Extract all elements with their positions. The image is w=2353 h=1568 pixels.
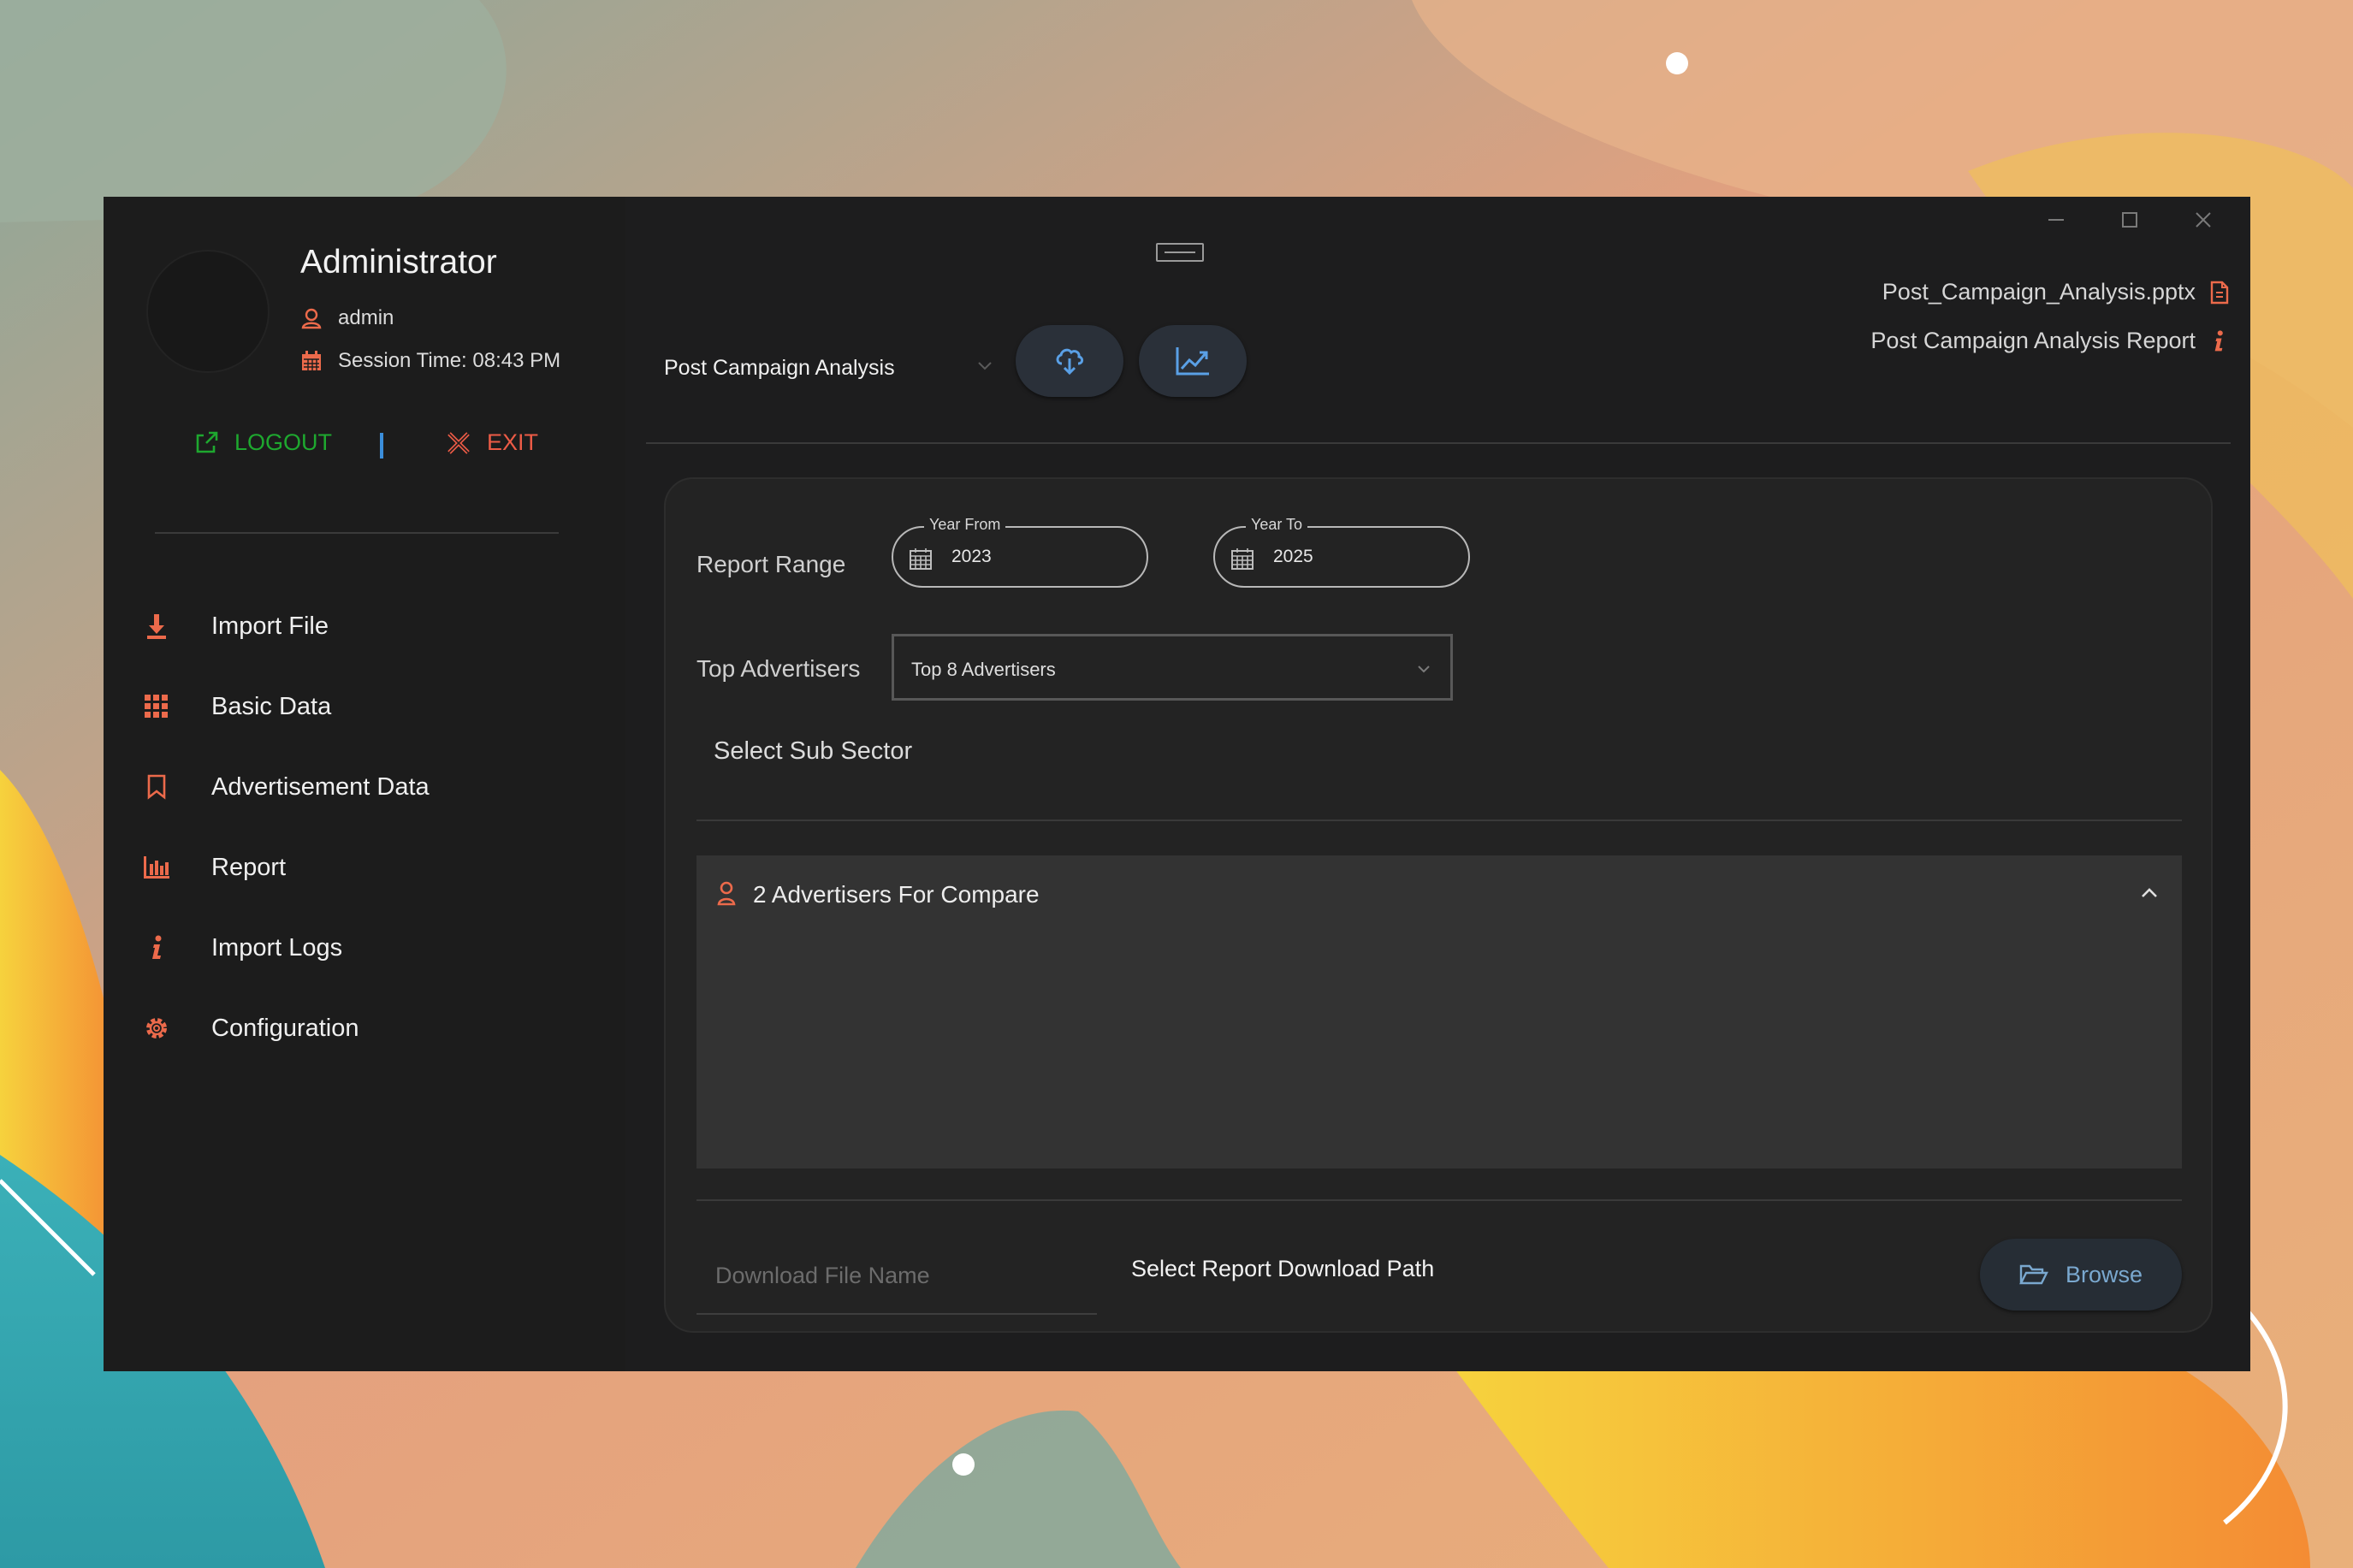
year-from-value: 2023 xyxy=(951,547,992,566)
sidebar-item-label: Report xyxy=(211,853,287,881)
username-text: admin xyxy=(338,306,394,329)
sidebar-item-report[interactable]: Report xyxy=(104,827,625,908)
download-icon xyxy=(139,609,174,643)
user-icon xyxy=(717,881,736,906)
calendar-icon xyxy=(302,351,321,370)
sidebar-item-label: Import Logs xyxy=(211,933,343,962)
browse-button[interactable]: Browse xyxy=(1980,1239,2182,1311)
header-divider xyxy=(646,442,2231,444)
maximize-icon xyxy=(2122,212,2137,228)
gear-icon xyxy=(139,1011,174,1045)
sidebar-item-label: Import File xyxy=(211,612,329,640)
chevron-up-icon[interactable] xyxy=(2139,886,2160,900)
top-advertisers-label: Top Advertisers xyxy=(696,655,861,682)
username-row: admin xyxy=(300,306,394,330)
exit-button[interactable]: EXIT xyxy=(446,429,538,456)
output-file-name: Post_Campaign_Analysis.pptx xyxy=(1882,279,2230,305)
logout-label: LOGOUT xyxy=(234,429,333,455)
app-window: Administrator admin Session Time: 08:43 … xyxy=(104,197,2250,1371)
report-form-card: Report Range Year From 2023 Year To 2025… xyxy=(664,477,2213,1333)
separator xyxy=(380,433,383,459)
report-range-label: Report Range xyxy=(696,551,846,577)
sidebar-item-label: Advertisement Data xyxy=(211,772,430,801)
sidebar-item-advertisement-data[interactable]: Advertisement Data xyxy=(104,747,625,827)
folder-open-icon xyxy=(2019,1264,2048,1285)
close-button[interactable] xyxy=(2166,204,2240,236)
file-name-text: Post_Campaign_Analysis.pptx xyxy=(1882,279,2196,305)
exit-icon xyxy=(447,431,470,454)
user-display-name: Administrator xyxy=(300,244,497,281)
report-type-value: Post Campaign Analysis xyxy=(664,355,895,380)
minimize-button[interactable] xyxy=(2019,204,2093,236)
external-link-icon xyxy=(196,431,218,453)
divider xyxy=(696,1199,2182,1201)
minimize-icon xyxy=(2048,219,2064,221)
download-file-name-input[interactable] xyxy=(714,1262,1076,1290)
report-title: Post Campaign Analysis Report xyxy=(1870,328,2225,354)
logout-button[interactable]: LOGOUT xyxy=(193,429,332,456)
close-icon xyxy=(2196,212,2211,228)
download-path-label: Select Report Download Path xyxy=(1131,1256,1435,1281)
chevron-down-icon xyxy=(978,362,992,370)
info-icon xyxy=(2214,329,2223,351)
bar-chart-icon xyxy=(139,850,174,885)
window-controls xyxy=(2019,204,2240,236)
user-icon xyxy=(301,308,322,329)
drag-handle[interactable] xyxy=(1156,243,1204,262)
bookmark-icon xyxy=(139,770,174,804)
browse-label: Browse xyxy=(2065,1261,2143,1287)
calendar-icon xyxy=(910,548,932,570)
maximize-button[interactable] xyxy=(2093,204,2166,236)
year-from-label: Year From xyxy=(924,516,1006,534)
sidebar-item-import-file[interactable]: Import File xyxy=(104,586,625,666)
sidebar-item-basic-data[interactable]: Basic Data xyxy=(104,666,625,747)
divider xyxy=(696,820,2182,821)
cloud-download-button[interactable] xyxy=(1016,325,1123,397)
sidebar-item-configuration[interactable]: Configuration xyxy=(104,988,625,1068)
chevron-down-icon xyxy=(1418,666,1430,673)
sidebar-divider xyxy=(155,532,559,534)
file-icon xyxy=(2210,281,2229,304)
session-time-text: Session Time: 08:43 PM xyxy=(338,349,561,372)
cloud-download-icon xyxy=(1056,348,1084,376)
year-to-value: 2025 xyxy=(1273,547,1313,566)
report-type-select[interactable]: Post Campaign Analysis xyxy=(664,342,993,393)
info-icon xyxy=(139,931,174,965)
top-advertisers-value: Top 8 Advertisers xyxy=(911,659,1056,680)
year-from-field[interactable]: Year From 2023 xyxy=(892,516,1148,588)
advertisers-compare-panel: 2 Advertisers For Compare xyxy=(696,855,2182,1169)
avatar xyxy=(146,250,270,373)
sidebar-item-label: Basic Data xyxy=(211,692,332,720)
chart-analysis-button[interactable] xyxy=(1139,325,1247,397)
sidebar-nav: Import File Basic Data Advertisement Dat… xyxy=(104,586,625,1068)
sidebar: Administrator admin Session Time: 08:43 … xyxy=(104,197,625,1371)
download-file-name-field[interactable] xyxy=(696,1240,1097,1315)
top-advertisers-select[interactable]: Top 8 Advertisers xyxy=(892,634,1453,701)
report-title-text: Post Campaign Analysis Report xyxy=(1870,328,2196,353)
select-sub-sector[interactable]: Select Sub Sector xyxy=(714,737,912,766)
line-chart-icon xyxy=(1176,347,1209,376)
compare-title: 2 Advertisers For Compare xyxy=(753,881,1040,908)
grid-icon xyxy=(139,689,174,724)
year-to-label: Year To xyxy=(1246,516,1308,534)
year-to-field[interactable]: Year To 2025 xyxy=(1213,516,1470,588)
session-time-row: Session Time: 08:43 PM xyxy=(300,349,560,373)
calendar-icon xyxy=(1231,548,1254,570)
exit-label: EXIT xyxy=(487,429,539,455)
sidebar-item-import-logs[interactable]: Import Logs xyxy=(104,908,625,988)
sidebar-item-label: Configuration xyxy=(211,1014,359,1042)
